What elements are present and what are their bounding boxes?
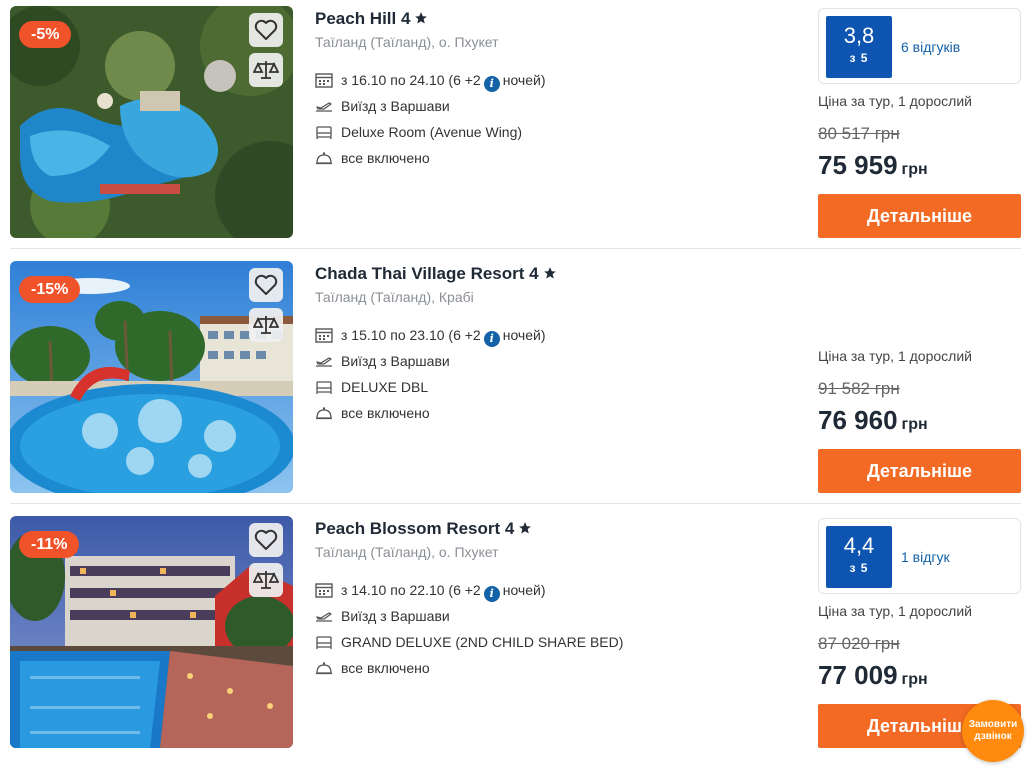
info-icon[interactable]: i: [483, 331, 500, 347]
plane-icon: [316, 102, 332, 112]
heart-icon: [254, 19, 278, 40]
meal-plan: все включено: [315, 658, 430, 678]
price-label: Ціна за тур, 1 дорослий: [818, 348, 972, 364]
favorite-button[interactable]: [249, 268, 283, 302]
bed-icon: [316, 381, 332, 394]
departure: Виїзд з Варшави: [315, 351, 450, 371]
favorite-button[interactable]: [249, 13, 283, 47]
tour-dates: з 14.10 по 22.10 (6 +2 i ночей): [315, 580, 546, 602]
info-icon[interactable]: i: [483, 586, 500, 602]
meal-plan: все включено: [315, 148, 430, 168]
room-type: DELUXE DBL: [315, 377, 428, 397]
calendar-icon: [315, 73, 333, 88]
scales-icon: [253, 571, 279, 589]
hotel-location: Таїланд (Таїланд), Крабі: [315, 289, 474, 305]
hotel-card: -15% Chada Thai Village Resort 4 Таїланд…: [0, 255, 1029, 510]
compare-button[interactable]: [249, 563, 283, 597]
room-type: GRAND DELUXE (2ND CHILD SHARE BED): [315, 632, 623, 652]
tour-dates: з 16.10 по 24.10 (6 +2 i ночей): [315, 70, 546, 92]
star-icon: [543, 267, 556, 279]
hotel-title[interactable]: Peach Blossom Resort 4: [315, 519, 532, 539]
compare-button[interactable]: [249, 53, 283, 87]
discount-badge: -15%: [19, 276, 81, 303]
price-label: Ціна за тур, 1 дорослий: [818, 93, 972, 109]
discount-badge: -5%: [19, 21, 72, 48]
meal-plan: все включено: [315, 403, 430, 423]
hotel-card: -5% Peach Hill 4 Таїланд (Таїланд), о. П…: [0, 0, 1029, 255]
cloche-icon: [316, 152, 332, 165]
discount-badge: -11%: [19, 531, 80, 558]
rating-score: 4,4 з 5: [826, 526, 892, 588]
bed-icon: [316, 636, 332, 649]
plane-icon: [316, 612, 332, 622]
scales-icon: [253, 61, 279, 79]
cloche-icon: [316, 662, 332, 675]
star-icon: [519, 522, 532, 534]
compare-button[interactable]: [249, 308, 283, 342]
rating-box: 3,8 з 5 6 відгуків: [818, 8, 1021, 84]
hotel-location: Таїланд (Таїланд), о. Пхукет: [315, 544, 499, 560]
hotel-card: -11% Peach Blossom Resort 4 Таїланд (Таї…: [0, 510, 1029, 765]
scales-icon: [253, 316, 279, 334]
hotel-location: Таїланд (Таїланд), о. Пхукет: [315, 34, 499, 50]
hotel-title[interactable]: Chada Thai Village Resort 4: [315, 264, 557, 284]
tour-dates: з 15.10 по 23.10 (6 +2 i ночей): [315, 325, 546, 347]
favorite-button[interactable]: [249, 523, 283, 557]
details-button[interactable]: Детальніше: [818, 449, 1021, 493]
hotel-title[interactable]: Peach Hill 4: [315, 9, 428, 29]
calendar-icon: [315, 583, 333, 598]
departure: Виїзд з Варшави: [315, 96, 450, 116]
current-price: 76 960 грн: [818, 405, 928, 435]
current-price: 75 959 грн: [818, 150, 928, 180]
rating-score: 3,8 з 5: [826, 16, 892, 78]
old-price: 91 582 грн: [818, 379, 900, 398]
callback-button[interactable]: Замовити дзвінок: [962, 700, 1024, 762]
reviews-link[interactable]: 1 відгук: [901, 549, 950, 565]
bed-icon: [316, 126, 332, 139]
price-label: Ціна за тур, 1 дорослий: [818, 603, 972, 619]
details-button[interactable]: Детальніше: [818, 194, 1021, 238]
divider: [10, 503, 1021, 504]
heart-icon: [254, 529, 278, 550]
departure: Виїзд з Варшави: [315, 606, 450, 626]
old-price: 87 020 грн: [818, 634, 900, 653]
divider: [10, 248, 1021, 249]
cloche-icon: [316, 407, 332, 420]
plane-icon: [316, 357, 332, 367]
calendar-icon: [315, 328, 333, 343]
info-icon[interactable]: i: [483, 76, 500, 92]
room-type: Deluxe Room (Avenue Wing): [315, 122, 522, 142]
current-price: 77 009 грн: [818, 660, 928, 690]
old-price: 80 517 грн: [818, 124, 900, 143]
star-icon: [415, 12, 428, 24]
rating-box: 4,4 з 5 1 відгук: [818, 518, 1021, 594]
reviews-link[interactable]: 6 відгуків: [901, 39, 960, 55]
heart-icon: [254, 274, 278, 295]
